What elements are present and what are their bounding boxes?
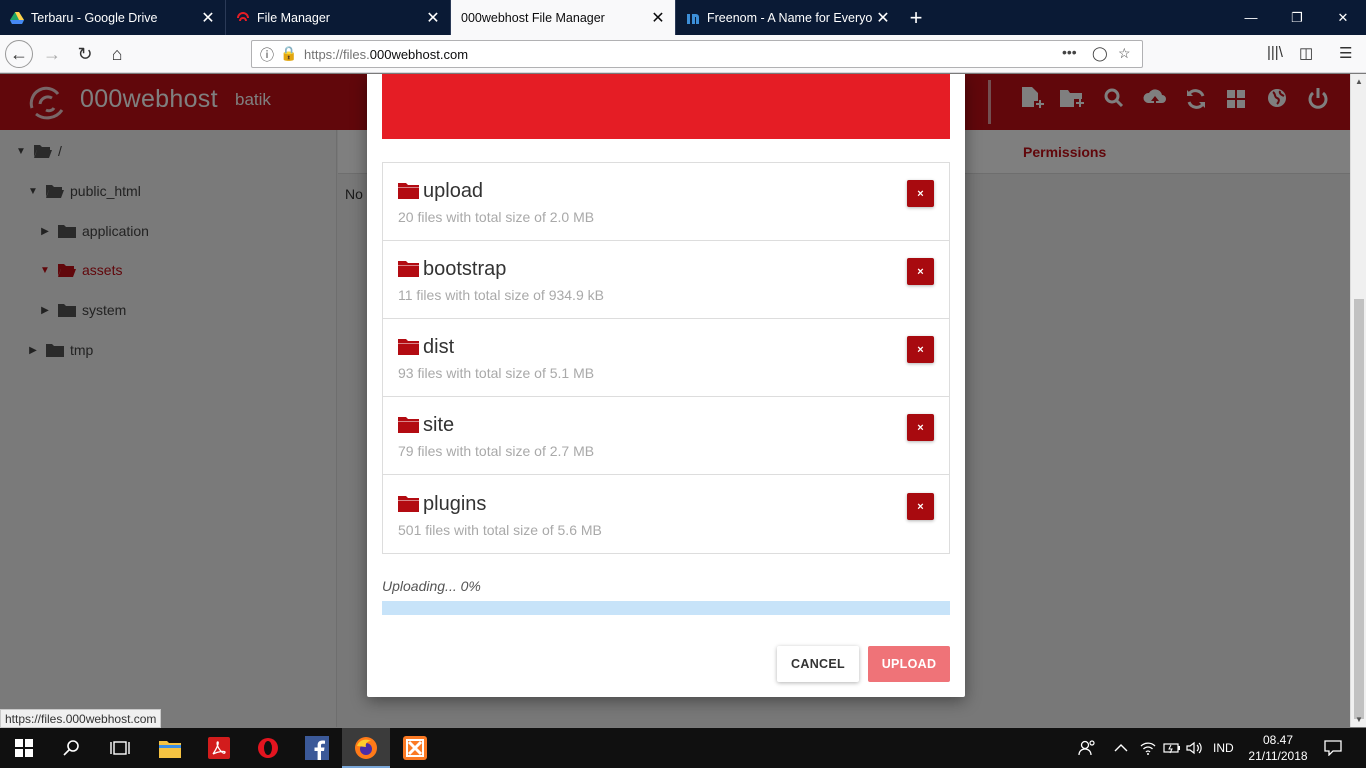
library-icon[interactable]: |||\ [1267,44,1283,61]
wifi-icon[interactable] [1140,728,1156,768]
upload-file-list: upload 20 files with total size of 2.0 M… [382,162,950,554]
folder-icon [398,496,419,512]
google-drive-icon [10,11,24,24]
back-arrow-icon[interactable]: ← [5,40,33,68]
remove-button[interactable]: × [907,180,934,207]
notifications-icon[interactable] [1324,728,1342,768]
tab-freenom[interactable]: Freenom - A Name for Everyone ✕ [675,0,900,35]
search-icon[interactable] [48,728,96,768]
tab-close-icon[interactable]: ✕ [422,8,444,28]
clock-time: 08.47 [1262,733,1294,747]
folder-icon [398,261,419,277]
list-item: dist 93 files with total size of 5.1 MB … [383,319,949,397]
tab-title: 000webhost File Manager [461,10,605,25]
link-status-url: https://files.000webhost.com [0,709,162,728]
remove-button[interactable]: × [907,414,934,441]
folder-name: bootstrap [423,258,507,280]
chevron-up-icon[interactable] [1114,728,1128,768]
drop-zone-banner[interactable] [382,74,950,139]
new-tab-button[interactable]: + [900,0,932,35]
sidebar-icon[interactable]: ◫ [1299,44,1313,62]
upload-dialog: upload 20 files with total size of 2.0 M… [367,74,965,697]
scroll-up-icon[interactable]: ▲ [1351,77,1366,86]
file-explorer-icon[interactable] [146,728,194,768]
home-icon[interactable]: ⌂ [103,40,131,68]
tab-title: Freenom - A Name for Everyone [707,10,872,25]
tab-file-manager[interactable]: File Manager ✕ [225,0,450,35]
page-scrollbar[interactable]: ▲ ▼ [1350,74,1366,727]
scroll-down-icon[interactable]: ▼ [1351,715,1366,724]
windows-taskbar: IND 08.47 21/11/2018 [0,728,1366,768]
tab-google-drive[interactable]: Terbaru - Google Drive ✕ [0,0,225,35]
folder-icon [398,183,419,199]
browser-nav-bar: ← → ↻ ⌂ ⓘ 🔒 https://files.000webhost.com… [0,35,1366,73]
reload-icon[interactable]: ↻ [71,40,99,68]
scrollbar-thumb[interactable] [1354,299,1364,719]
lock-icon[interactable]: 🔒 [280,45,297,62]
folder-meta: 93 files with total size of 5.1 MB [398,365,595,381]
minimize-icon[interactable]: — [1228,0,1274,35]
info-icon[interactable]: ⓘ [260,45,274,65]
people-icon[interactable] [1078,728,1096,768]
tab-title: Terbaru - Google Drive [31,10,158,25]
folder-name: dist [423,336,455,358]
restore-icon[interactable]: ❐ [1274,0,1320,35]
adobe-reader-icon[interactable] [195,728,243,768]
url-bar[interactable]: ⓘ 🔒 https://files.000webhost.com ••• ◯ ☆ [251,40,1143,68]
folder-icon [398,339,419,355]
menu-icon[interactable]: ☰ [1339,44,1352,62]
facebook-icon[interactable] [293,728,341,768]
folder-meta: 79 files with total size of 2.7 MB [398,443,595,459]
remove-button[interactable]: × [907,336,934,363]
clock-date: 21/11/2018 [1248,749,1308,763]
windows-start-icon[interactable] [0,728,48,768]
pocket-icon[interactable]: ◯ [1092,45,1108,62]
opera-icon[interactable] [244,728,292,768]
folder-icon [398,417,419,433]
browser-tab-strip: Terbaru - Google Drive ✕ File Manager ✕ … [0,0,1366,35]
list-item: plugins 501 files with total size of 5.6… [383,476,949,554]
battery-icon[interactable] [1163,728,1181,768]
tab-title: File Manager [257,10,330,25]
remove-button[interactable]: × [907,493,934,520]
task-view-icon[interactable] [96,728,144,768]
000webhost-icon [237,11,249,21]
web-page: 000webhost batik ▼ / ▼ public_html ▶ app… [0,74,1350,727]
folder-meta: 501 files with total size of 5.6 MB [398,522,602,538]
remove-button[interactable]: × [907,258,934,285]
page-actions-icon[interactable]: ••• [1062,44,1077,60]
upload-progress-bar [382,601,950,615]
upload-status-text: Uploading... 0% [382,578,481,594]
window-controls: — ❐ ✕ [1228,0,1366,35]
tab-close-icon[interactable]: ✕ [872,8,894,28]
folder-name: site [423,414,455,436]
language-indicator[interactable]: IND [1213,728,1234,768]
tab-000webhost-file-manager[interactable]: 000webhost File Manager ✕ [450,0,675,35]
folder-name: plugins [423,493,487,515]
tab-close-icon[interactable]: ✕ [197,8,219,28]
system-clock[interactable]: 08.47 21/11/2018 [1242,732,1314,764]
folder-meta: 20 files with total size of 2.0 MB [398,209,595,225]
url-text: https://files.000webhost.com [304,47,469,62]
list-item: upload 20 files with total size of 2.0 M… [383,163,949,241]
list-item: bootstrap 11 files with total size of 93… [383,241,949,319]
tab-close-icon[interactable]: ✕ [647,8,669,28]
close-window-icon[interactable]: ✕ [1320,0,1366,35]
forward-arrow-icon[interactable]: → [38,40,66,68]
cancel-button[interactable]: CANCEL [777,646,859,682]
folder-meta: 11 files with total size of 934.9 kB [398,287,604,303]
xampp-icon[interactable] [391,728,439,768]
volume-icon[interactable] [1186,728,1202,768]
upload-button[interactable]: UPLOAD [868,646,950,682]
folder-name: upload [423,180,484,202]
bookmark-star-icon[interactable]: ☆ [1118,45,1131,62]
firefox-icon[interactable] [342,728,390,768]
list-item: site 79 files with total size of 2.7 MB … [383,397,949,475]
freenom-icon [687,13,699,24]
